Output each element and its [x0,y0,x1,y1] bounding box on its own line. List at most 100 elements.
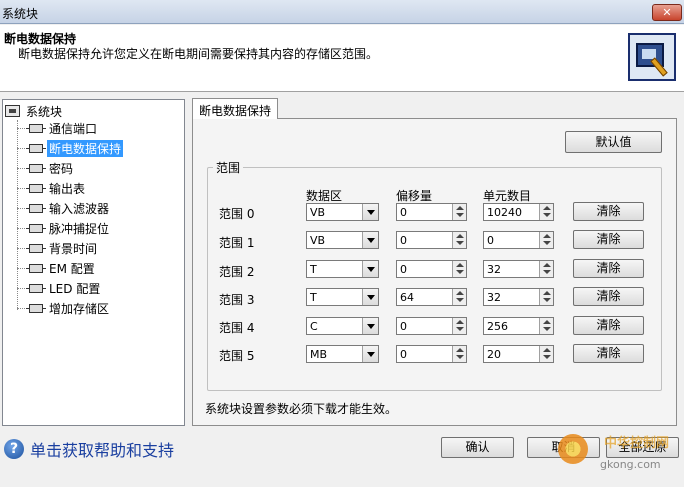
system-block-icon [5,105,20,117]
chevron-down-icon[interactable] [362,261,378,277]
offset-stepper[interactable]: 0 [396,260,467,278]
spin-arrows-icon[interactable] [539,318,553,334]
spin-arrows-icon[interactable] [539,289,553,305]
range-row-label: 范围 4 [219,321,255,335]
offset-value: 0 [400,263,407,276]
help-link[interactable]: ? 单击获取帮助和支持 [4,437,174,461]
tree-item-led-config[interactable]: LED 配置 [17,280,102,297]
cancel-button[interactable]: 取消 [527,437,600,458]
offset-stepper[interactable]: 64 [396,288,467,306]
chevron-down-icon[interactable] [362,289,378,305]
clear-button[interactable]: 清除 [573,316,644,335]
data-area-value: MB [310,348,328,361]
tree-item-label: EM 配置 [49,262,95,276]
module-icon [26,124,46,133]
tree-root-label: 系统块 [26,104,63,119]
tree-item-label: 脉冲捕捉位 [49,222,110,236]
count-stepper[interactable]: 10240 [483,203,554,221]
spin-arrows-icon[interactable] [452,346,466,362]
range-row-label: 范围 0 [219,207,255,221]
spin-arrows-icon[interactable] [539,232,553,248]
data-area-dropdown[interactable]: T [306,288,379,306]
count-stepper[interactable]: 20 [483,345,554,363]
module-icon [26,304,46,313]
range-row-label: 范围 5 [219,349,255,363]
system-block-icon [628,33,676,81]
count-stepper[interactable]: 32 [483,288,554,306]
offset-stepper[interactable]: 0 [396,203,467,221]
tree-item-add-memory[interactable]: 增加存储区 [17,300,111,317]
count-stepper[interactable]: 0 [483,231,554,249]
tab-retentive-ranges[interactable]: 断电数据保持 [192,98,278,119]
spin-arrows-icon[interactable] [452,289,466,305]
tree-item-em-config[interactable]: EM 配置 [17,260,97,277]
tree-item-background-time[interactable]: 背景时间 [17,240,99,257]
range-group-label: 范围 [213,159,244,176]
offset-value: 0 [400,234,407,247]
offset-value: 64 [400,291,414,304]
tree-root[interactable]: 系统块 [5,103,64,119]
spin-arrows-icon[interactable] [539,346,553,362]
data-area-dropdown[interactable]: VB [306,231,379,249]
data-area-value: C [310,320,318,333]
tree-item-output-table[interactable]: 输出表 [17,180,87,197]
range-row-label: 范围 3 [219,293,255,307]
tree-item-label: 密码 [49,162,74,176]
default-button[interactable]: 默认值 [565,131,662,153]
tree-item-label: 增加存储区 [49,302,110,316]
count-stepper[interactable]: 32 [483,260,554,278]
offset-stepper[interactable]: 0 [396,231,467,249]
data-area-dropdown[interactable]: T [306,260,379,278]
data-area-dropdown[interactable]: VB [306,203,379,221]
spin-arrows-icon[interactable] [539,204,553,220]
module-icon [26,284,46,293]
spin-arrows-icon[interactable] [539,261,553,277]
spin-arrows-icon[interactable] [452,204,466,220]
data-area-dropdown[interactable]: C [306,317,379,335]
offset-stepper[interactable]: 0 [396,345,467,363]
restore-all-button[interactable]: 全部还原 [606,437,679,458]
spin-arrows-icon[interactable] [452,232,466,248]
close-button[interactable]: ✕ [652,4,682,21]
clear-button[interactable]: 清除 [573,230,644,249]
data-area-dropdown[interactable]: MB [306,345,379,363]
download-note: 系统块设置参数必须下载才能生效。 [205,402,398,416]
clear-button[interactable]: 清除 [573,287,644,306]
tree-item-pulse-catch[interactable]: 脉冲捕捉位 [17,220,111,237]
title-bar: 系统块 ✕ [0,0,684,24]
chevron-down-icon[interactable] [362,346,378,362]
clear-button[interactable]: 清除 [573,344,644,363]
chevron-down-icon[interactable] [362,232,378,248]
tree-item-label: 背景时间 [49,242,98,256]
tree-item-label: 通信端口 [49,122,98,136]
ok-button[interactable]: 确认 [441,437,514,458]
header: 断电数据保持 断电数据保持允许您定义在断电期间需要保持其内容的存储区范围。 [0,25,684,92]
module-icon [26,184,46,193]
module-icon [26,244,46,253]
column-header-area: 数据区 [306,189,343,203]
header-description: 断电数据保持允许您定义在断电期间需要保持其内容的存储区范围。 [18,47,379,61]
system-block-tree[interactable]: 系统块 通信端口 断电数据保持 密码 输出表 输入滤波器 脉冲捕捉位 背景时间 … [2,99,185,426]
spin-arrows-icon[interactable] [452,318,466,334]
chevron-down-icon[interactable] [362,318,378,334]
offset-stepper[interactable]: 0 [396,317,467,335]
settings-panel: 默认值 范围 数据区 偏移量 单元数目 范围 0 VB 0 10240 清除 范… [192,118,677,426]
count-value: 20 [487,348,501,361]
count-value: 32 [487,263,501,276]
tree-item-retentive-ranges[interactable]: 断电数据保持 [17,140,124,157]
count-stepper[interactable]: 256 [483,317,554,335]
tree-item-comm-port[interactable]: 通信端口 [17,120,99,137]
help-icon: ? [4,439,24,459]
count-value: 256 [487,320,508,333]
spin-arrows-icon[interactable] [452,261,466,277]
clear-button[interactable]: 清除 [573,259,644,278]
watermark-url: gkong.com [600,458,661,471]
tree-item-label: 断电数据保持 [47,140,124,157]
tree-item-password[interactable]: 密码 [17,160,75,177]
clear-button[interactable]: 清除 [573,202,644,221]
module-icon [26,264,46,273]
data-area-value: T [310,291,317,304]
chevron-down-icon[interactable] [362,204,378,220]
tree-item-input-filters[interactable]: 输入滤波器 [17,200,111,217]
offset-value: 0 [400,348,407,361]
